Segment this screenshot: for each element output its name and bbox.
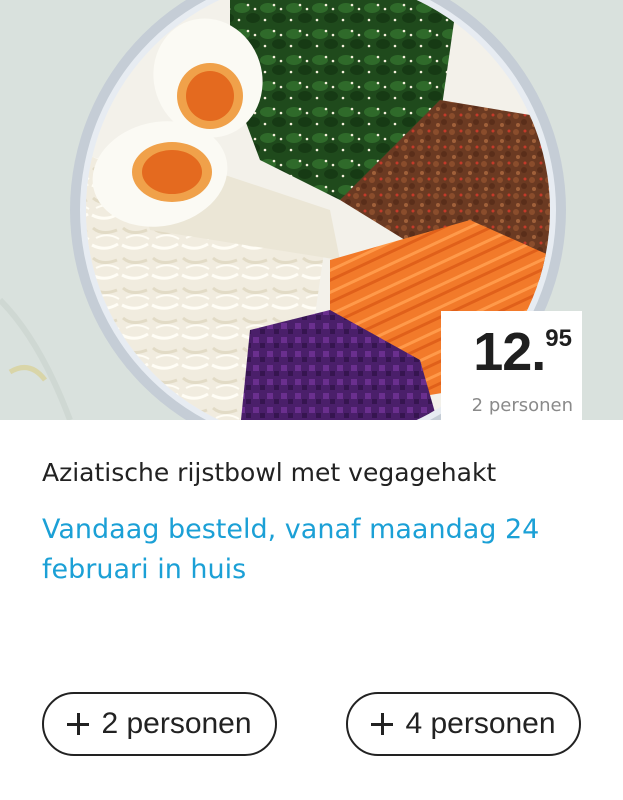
price-integer: 12. [473, 322, 546, 382]
product-image[interactable]: 12.95 2 personen [0, 0, 623, 420]
price-decimals: 95 [545, 325, 572, 352]
add-2-personen-button[interactable]: 2 personen [42, 692, 277, 756]
plus-icon [67, 713, 90, 735]
add-4-personen-button[interactable]: 4 personen [346, 692, 581, 756]
price-unit: 2 personen [471, 395, 573, 416]
delivery-info: Vandaag besteld, vanaf maandag 24 februa… [42, 514, 540, 585]
button-label: 2 personen [101, 707, 252, 740]
price-badge: 12.95 2 personen [441, 311, 582, 420]
price: 12.95 [473, 325, 572, 379]
product-title[interactable]: Aziatische rijstbowl met vegagehakt [42, 457, 602, 489]
plus-icon [371, 713, 394, 735]
product-card: 12.95 2 personen Aziatische rijstbowl me… [0, 0, 623, 800]
button-label: 4 personen [405, 707, 556, 740]
